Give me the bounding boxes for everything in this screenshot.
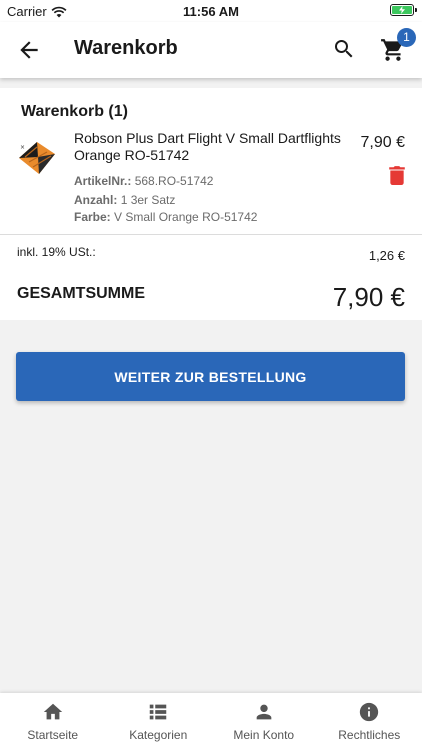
cart-summary: Warenkorb (1) × Robson Plus Dart Flight … (0, 88, 422, 320)
quantity-label: Anzahl: (74, 193, 118, 207)
nav-item-home[interactable]: Startseite (0, 693, 106, 750)
total-label: GESAMTSUMME (17, 285, 145, 302)
checkout-button[interactable]: WEITER ZUR BESTELLUNG (16, 352, 405, 401)
nav-label: Rechtliches (338, 728, 401, 742)
list-icon (150, 704, 167, 720)
cart-count-badge: 1 (397, 28, 416, 47)
search-icon[interactable] (332, 37, 356, 61)
bottom-navigation: Startseite Kategorien Mein Konto Rechtli… (0, 693, 422, 750)
nav-label: Kategorien (129, 728, 188, 742)
delete-icon[interactable] (388, 165, 406, 185)
color-value: V Small Orange RO-51742 (114, 210, 258, 224)
product-name[interactable]: Robson Plus Dart Flight V Small Dartflig… (74, 130, 354, 164)
nav-label: Mein Konto (233, 728, 295, 742)
battery-icon (390, 4, 417, 16)
product-thumbnail[interactable]: × (17, 140, 57, 176)
total-value: 7,90 € (332, 282, 405, 312)
clock: 11:56 AM (183, 4, 239, 19)
product-price: 7,90 € (360, 134, 405, 151)
divider (0, 234, 422, 235)
status-bar: Carrier 11:56 AM (0, 0, 422, 22)
home-icon (43, 703, 62, 720)
person-icon (256, 704, 272, 720)
color-row: Farbe: V Small Orange RO-51742 (74, 210, 257, 224)
back-arrow-icon[interactable] (16, 37, 42, 63)
quantity-row: Anzahl: 1 3er Satz (74, 193, 175, 207)
nav-item-categories[interactable]: Kategorien (106, 693, 212, 750)
vat-value: 1,26 € (368, 248, 405, 263)
article-number-label: ArtikelNr.: (74, 174, 132, 188)
info-icon (360, 702, 379, 722)
quantity-value: 1 3er Satz (120, 193, 176, 207)
nav-item-legal[interactable]: Rechtliches (317, 693, 422, 750)
page-title: Warenkorb (74, 37, 178, 59)
vat-label: inkl. 19% USt.: (17, 245, 96, 259)
svg-text:×: × (20, 144, 25, 151)
cart-heading: Warenkorb (1) (21, 103, 128, 120)
article-number-row: ArtikelNr.: 568.RO-51742 (74, 174, 213, 188)
app-bar: Warenkorb 1 (0, 22, 422, 78)
article-number-value: 568.RO-51742 (134, 174, 214, 188)
nav-item-account[interactable]: Mein Konto (211, 693, 317, 750)
color-label: Farbe: (74, 210, 111, 224)
nav-label: Startseite (27, 728, 79, 742)
